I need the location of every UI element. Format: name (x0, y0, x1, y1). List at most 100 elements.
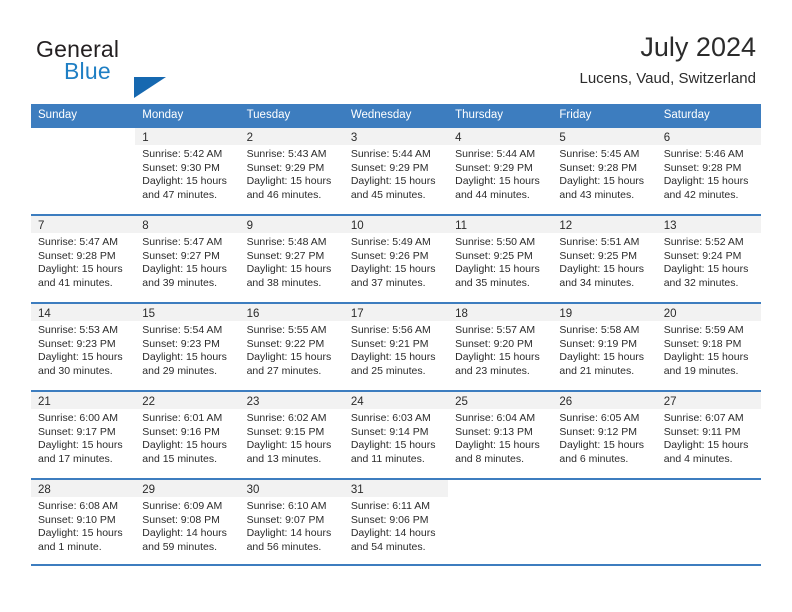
day-detail-line: and 47 minutes. (142, 188, 217, 201)
day-detail-line: Daylight: 15 hours (559, 263, 645, 276)
day-number: 7 (38, 220, 45, 232)
calendar-day-cell[interactable]: 24 Sunrise: 6:03 AM Sunset: 9:14 PM Dayligh… (343, 392, 449, 478)
day-detail-lines (448, 497, 552, 500)
day-number-band: 25 (448, 392, 553, 409)
day-detail-line: Sunset: 9:24 PM (663, 249, 742, 262)
calendar-day-cell[interactable]: 6 Sunrise: 5:46 AM Sunset: 9:28 PM Daylight… (656, 128, 761, 214)
day-detail-lines: Sunrise: 5:50 AM Sunset: 9:25 PM Daylight:… (448, 233, 552, 290)
calendar-week-row: 1 Sunrise: 5:42 AM Sunset: 9:30 PM Daylight… (31, 126, 761, 214)
day-detail-line: Sunrise: 5:49 AM (350, 236, 431, 248)
day-number: 12 (559, 220, 573, 232)
calendar-day-cell[interactable]: 20 Sunrise: 5:59 AM Sunset: 9:18 PM Dayligh… (656, 304, 761, 390)
calendar-day-cell[interactable]: 23 Sunrise: 6:02 AM Sunset: 9:15 PM Dayligh… (239, 392, 344, 478)
day-detail-line: and 11 minutes. (350, 452, 425, 465)
day-detail-line: Daylight: 14 hours (142, 527, 227, 540)
day-number: 26 (559, 396, 573, 408)
calendar-day-cell[interactable]: 16 Sunrise: 5:55 AM Sunset: 9:22 PM Dayligh… (239, 304, 344, 390)
day-detail-line: and 6 minutes. (559, 452, 629, 465)
day-number: 27 (663, 396, 677, 408)
calendar-day-cell[interactable]: 3 Sunrise: 5:44 AM Sunset: 9:29 PM Daylight… (343, 128, 449, 214)
day-number: 6 (663, 132, 671, 144)
day-detail-line: and 8 minutes. (455, 452, 525, 465)
day-number-band: 15 (135, 304, 240, 321)
day-number-band (552, 480, 656, 497)
day-number-band: 18 (448, 304, 553, 321)
day-number-band: 9 (239, 216, 344, 233)
calendar-day-cell[interactable]: 26 Sunrise: 6:05 AM Sunset: 9:12 PM Dayligh… (552, 392, 657, 478)
day-detail-line: Sunset: 9:26 PM (350, 249, 429, 262)
day-number-band: 16 (239, 304, 344, 321)
calendar-day-cell[interactable]: 27 Sunrise: 6:07 AM Sunset: 9:11 PM Dayligh… (656, 392, 761, 478)
calendar-day-cell[interactable]: 28 Sunrise: 6:08 AM Sunset: 9:10 PM Dayligh… (31, 480, 136, 564)
day-detail-line: and 17 minutes. (38, 452, 113, 465)
calendar-day-cell[interactable]: 11 Sunrise: 5:50 AM Sunset: 9:25 PM Dayligh… (448, 216, 553, 302)
day-number-band (31, 128, 135, 145)
calendar-day-cell[interactable]: 9 Sunrise: 5:48 AM Sunset: 9:27 PM Daylight… (239, 216, 344, 302)
calendar-day-cell[interactable]: 22 Sunrise: 6:01 AM Sunset: 9:16 PM Dayligh… (135, 392, 240, 478)
day-detail-line: and 44 minutes. (455, 188, 530, 201)
calendar-day-cell[interactable]: 30 Sunrise: 6:10 AM Sunset: 9:07 PM Dayligh… (239, 480, 344, 564)
calendar-day-cell[interactable]: 31 Sunrise: 6:11 AM Sunset: 9:06 PM Dayligh… (343, 480, 449, 564)
calendar-page: General Blue July 2024 Lucens, Vaud, Swi… (0, 0, 792, 612)
weekday-header-tuesday: Tuesday (246, 109, 291, 121)
day-detail-line: Sunset: 9:06 PM (350, 513, 429, 526)
day-number: 8 (142, 220, 149, 232)
day-detail-lines: Sunrise: 5:49 AM Sunset: 9:26 PM Daylight:… (344, 233, 448, 290)
day-detail-lines: Sunrise: 5:43 AM Sunset: 9:29 PM Daylight:… (240, 145, 344, 202)
day-number-band: 1 (135, 128, 240, 145)
day-number: 30 (246, 484, 260, 496)
day-number: 10 (350, 220, 364, 232)
day-detail-line: Sunset: 9:23 PM (38, 337, 116, 350)
calendar-day-cell[interactable]: 12 Sunrise: 5:51 AM Sunset: 9:25 PM Dayligh… (552, 216, 657, 302)
calendar-day-cell[interactable]: 5 Sunrise: 5:45 AM Sunset: 9:28 PM Daylight… (552, 128, 657, 214)
day-detail-line: Sunset: 9:18 PM (663, 337, 742, 350)
calendar-day-cell[interactable]: 21 Sunrise: 6:00 AM Sunset: 9:17 PM Dayligh… (31, 392, 136, 478)
day-detail-line: Sunset: 9:17 PM (38, 425, 116, 438)
day-detail-line: Sunset: 9:27 PM (142, 249, 220, 262)
day-detail-line: Daylight: 15 hours (663, 439, 749, 452)
day-detail-line: Sunset: 9:27 PM (246, 249, 325, 262)
day-detail-lines: Sunrise: 5:53 AM Sunset: 9:23 PM Daylight:… (31, 321, 135, 378)
day-detail-line: Daylight: 14 hours (246, 527, 332, 540)
day-detail-line: Sunrise: 6:00 AM (38, 412, 118, 424)
day-detail-line: Sunrise: 5:45 AM (559, 148, 640, 160)
calendar-day-cell[interactable]: 1 Sunrise: 5:42 AM Sunset: 9:30 PM Daylight… (135, 128, 240, 214)
calendar-day-cell[interactable]: 7 Sunrise: 5:47 AM Sunset: 9:28 PM Daylight… (31, 216, 136, 302)
calendar-day-cell[interactable]: 8 Sunrise: 5:47 AM Sunset: 9:27 PM Daylight… (135, 216, 240, 302)
calendar-day-cell[interactable]: 18 Sunrise: 5:57 AM Sunset: 9:20 PM Dayligh… (448, 304, 553, 390)
calendar-day-cell[interactable]: 17 Sunrise: 5:56 AM Sunset: 9:21 PM Dayligh… (343, 304, 449, 390)
day-detail-line: Sunrise: 5:54 AM (142, 324, 223, 336)
day-detail-line: Sunrise: 5:58 AM (559, 324, 640, 336)
day-detail-line: and 39 minutes. (142, 276, 217, 289)
day-detail-line: Sunset: 9:28 PM (38, 249, 116, 262)
day-detail-line: Daylight: 15 hours (246, 351, 332, 364)
calendar-week-row: 7 Sunrise: 5:47 AM Sunset: 9:28 PM Daylight… (31, 214, 761, 302)
brand-logo[interactable]: General Blue (36, 36, 236, 98)
calendar-day-cell[interactable]: 25 Sunrise: 6:04 AM Sunset: 9:13 PM Dayligh… (448, 392, 553, 478)
calendar-day-cell[interactable]: 29 Sunrise: 6:09 AM Sunset: 9:08 PM Dayligh… (135, 480, 240, 564)
day-number-band: 12 (552, 216, 657, 233)
calendar-day-cell[interactable]: 13 Sunrise: 5:52 AM Sunset: 9:24 PM Dayligh… (656, 216, 761, 302)
calendar-day-cell[interactable]: 15 Sunrise: 5:54 AM Sunset: 9:23 PM Dayligh… (135, 304, 240, 390)
day-detail-line: Sunset: 9:12 PM (559, 425, 638, 438)
day-detail-line: and 1 minute. (38, 540, 102, 553)
day-detail-line: Daylight: 15 hours (559, 175, 645, 188)
day-detail-lines: Sunrise: 6:10 AM Sunset: 9:07 PM Daylight:… (240, 497, 344, 554)
calendar-day-cell[interactable]: 4 Sunrise: 5:44 AM Sunset: 9:29 PM Daylight… (448, 128, 553, 214)
day-detail-line: Sunset: 9:08 PM (142, 513, 220, 526)
calendar-day-cell[interactable]: 14 Sunrise: 5:53 AM Sunset: 9:23 PM Dayligh… (31, 304, 136, 390)
title-block: July 2024 Lucens, Vaud, Switzerland (580, 30, 757, 90)
day-detail-line: and 15 minutes. (142, 452, 217, 465)
day-number: 20 (663, 308, 677, 320)
day-detail-line: and 30 minutes. (38, 364, 113, 377)
day-detail-lines: Sunrise: 5:48 AM Sunset: 9:27 PM Daylight:… (240, 233, 344, 290)
day-detail-line: Daylight: 15 hours (455, 351, 540, 364)
calendar-day-cell[interactable]: 2 Sunrise: 5:43 AM Sunset: 9:29 PM Daylight… (239, 128, 344, 214)
day-detail-line: Sunset: 9:29 PM (455, 161, 533, 174)
day-detail-line: and 59 minutes. (142, 540, 217, 553)
day-detail-line: Sunset: 9:19 PM (559, 337, 638, 350)
calendar-day-cell[interactable]: 19 Sunrise: 5:58 AM Sunset: 9:19 PM Dayligh… (552, 304, 657, 390)
calendar-day-cell[interactable]: 10 Sunrise: 5:49 AM Sunset: 9:26 PM Dayligh… (343, 216, 449, 302)
day-detail-lines: Sunrise: 5:42 AM Sunset: 9:30 PM Daylight:… (135, 145, 239, 202)
day-detail-line: and 32 minutes. (663, 276, 739, 289)
